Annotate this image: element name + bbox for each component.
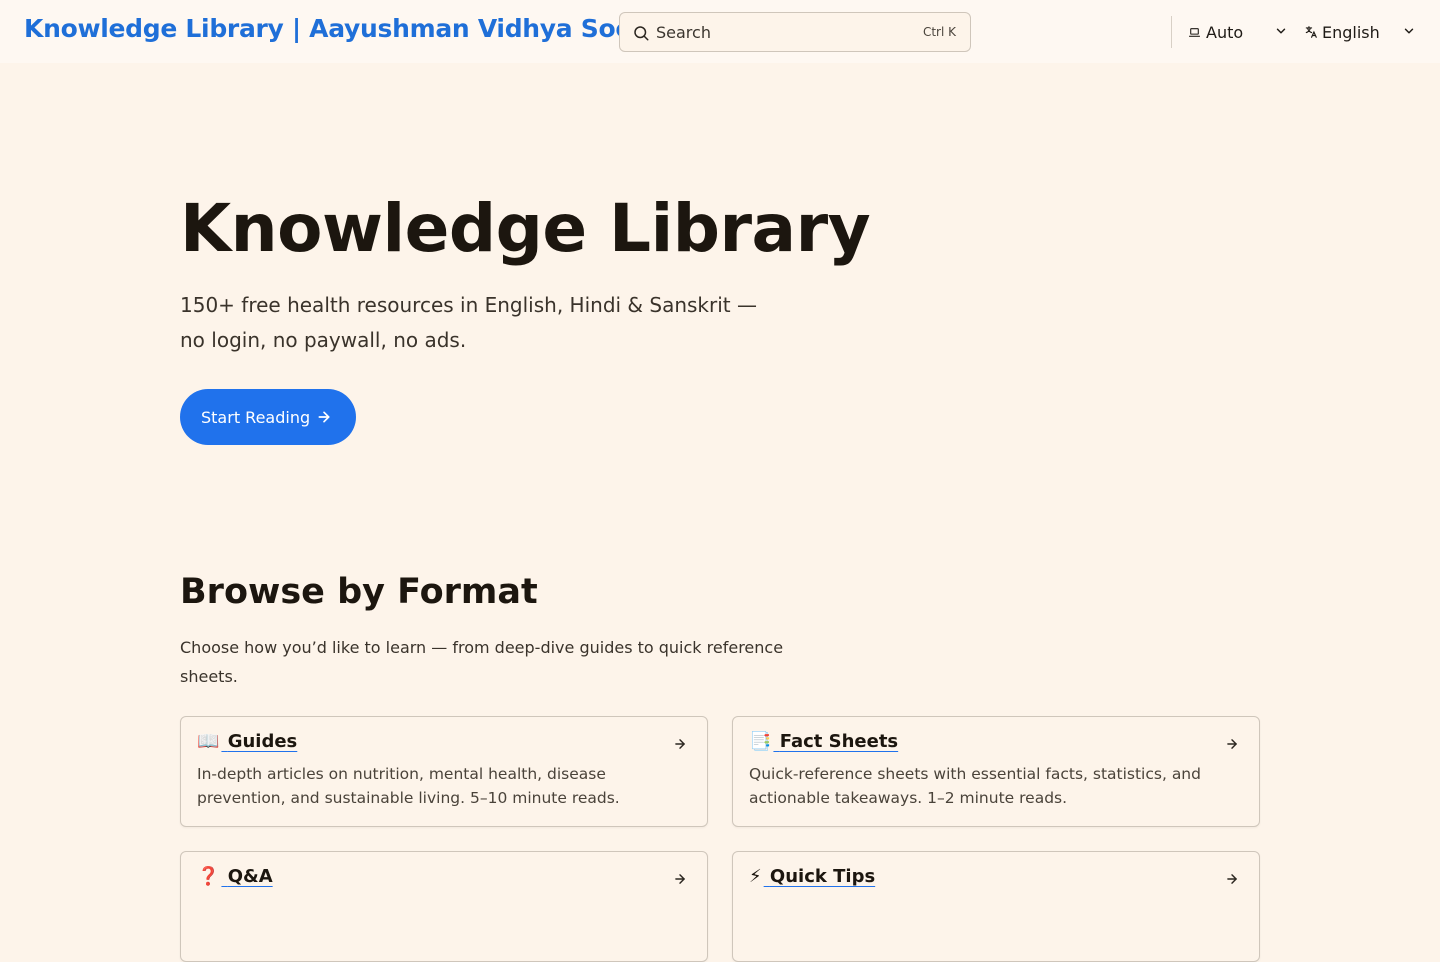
language-select-value: English xyxy=(1322,22,1380,42)
card-title-text: Quick Tips xyxy=(769,866,876,887)
card-title-text: Q&A xyxy=(227,866,273,887)
book-icon: 📖 xyxy=(197,731,220,752)
site-title-link[interactable]: Knowledge Library | Aayushman Vidhya Soc… xyxy=(24,14,683,43)
format-card-fact-sheets[interactable]: 📑 Fact Sheets Quick-reference sheets wit… xyxy=(732,716,1260,827)
card-title-link[interactable]: ⚡ Quick Tips xyxy=(749,866,875,887)
language-select[interactable]: English xyxy=(1304,20,1416,44)
lightning-icon: ⚡ xyxy=(749,866,762,887)
browse-section-title: Browse by Format xyxy=(180,572,538,612)
theme-select[interactable]: Auto xyxy=(1188,20,1288,44)
chevron-down-icon xyxy=(1404,28,1414,34)
search-placeholder: Search xyxy=(656,23,711,42)
card-description: In-depth articles on nutrition, mental h… xyxy=(197,765,620,807)
card-title-text: Guides xyxy=(227,731,298,752)
arrow-right-icon xyxy=(675,874,685,884)
format-card-guides[interactable]: 📖 Guides In-depth articles on nutrition,… xyxy=(180,716,708,827)
keyboard-shortcut-hint: Ctrl K xyxy=(922,25,956,39)
arrow-right-icon xyxy=(1227,739,1237,749)
card-title-text: Fact Sheets xyxy=(779,731,899,752)
start-reading-button[interactable]: Start Reading xyxy=(180,389,356,445)
translate-icon xyxy=(1305,26,1317,38)
top-navigation-bar: Knowledge Library | Aayushman Vidhya Soc… xyxy=(0,0,1440,63)
browse-section-description: Choose how you’d like to learn — from de… xyxy=(180,638,784,686)
arrow-right-icon xyxy=(675,739,685,749)
format-card-quick-tips[interactable]: ⚡ Quick Tips xyxy=(732,851,1260,962)
laptop-icon xyxy=(1189,27,1200,37)
arrow-right-icon xyxy=(318,411,330,423)
search-button[interactable]: Search Ctrl K xyxy=(619,12,971,52)
bookmark-tabs-icon: 📑 xyxy=(749,731,772,752)
card-description: Quick-reference sheets with essential fa… xyxy=(749,765,1201,807)
hero-title: Knowledge Library xyxy=(180,190,871,267)
card-title-link[interactable]: ❓ Q&A xyxy=(197,866,273,887)
format-card-qa[interactable]: ❓ Q&A xyxy=(180,851,708,962)
question-mark-icon: ❓ xyxy=(197,866,220,887)
header-divider xyxy=(1171,16,1172,48)
chevron-down-icon xyxy=(1276,28,1286,34)
card-title-link[interactable]: 📑 Fact Sheets xyxy=(749,731,898,752)
card-title-link[interactable]: 📖 Guides xyxy=(197,731,297,752)
theme-select-value: Auto xyxy=(1206,22,1244,42)
arrow-right-icon xyxy=(1227,874,1237,884)
start-reading-label: Start Reading xyxy=(201,407,311,427)
search-icon xyxy=(634,26,649,41)
hero-subtitle: 150+ free health resources in English, H… xyxy=(180,293,757,352)
